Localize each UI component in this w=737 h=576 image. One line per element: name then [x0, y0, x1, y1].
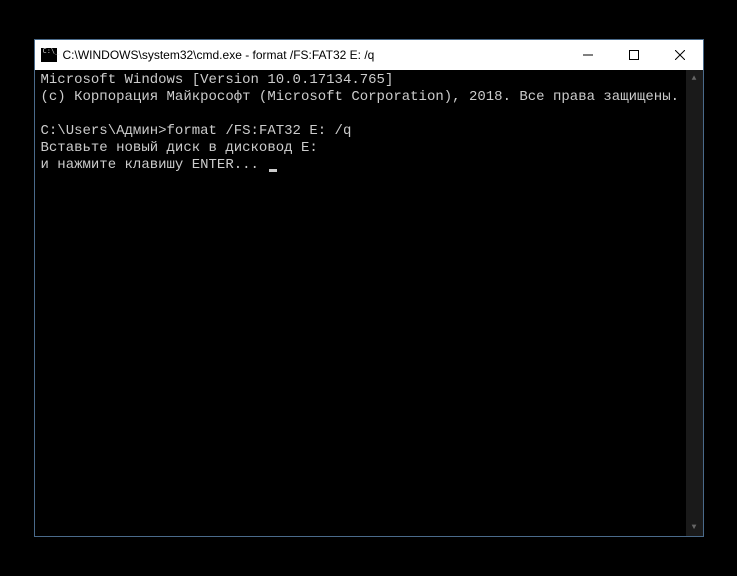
cmd-window: C:\WINDOWS\system32\cmd.exe - format /FS… — [34, 39, 704, 537]
scrollbar[interactable]: ▲ ▼ — [686, 70, 703, 536]
cmd-icon — [41, 48, 57, 62]
maximize-button[interactable] — [611, 40, 657, 70]
scroll-up-icon[interactable]: ▲ — [686, 70, 703, 87]
output-line: и нажмите клавишу ENTER... — [41, 157, 268, 173]
minimize-button[interactable] — [565, 40, 611, 70]
titlebar[interactable]: C:\WINDOWS\system32\cmd.exe - format /FS… — [35, 40, 703, 70]
scroll-down-icon[interactable]: ▼ — [686, 519, 703, 536]
terminal-output[interactable]: Microsoft Windows [Version 10.0.17134.76… — [35, 70, 703, 536]
window-title: C:\WINDOWS\system32\cmd.exe - format /FS… — [63, 48, 375, 62]
output-line: (c) Корпорация Майкрософт (Microsoft Cor… — [41, 89, 680, 105]
prompt: C:\Users\Админ> — [41, 123, 167, 139]
command-text: format /FS:FAT32 E: /q — [167, 123, 352, 139]
close-button[interactable] — [657, 40, 703, 70]
cursor — [269, 169, 277, 172]
window-controls — [565, 40, 703, 70]
output-line: Вставьте новый диск в дисковод E: — [41, 140, 318, 156]
output-line: Microsoft Windows [Version 10.0.17134.76… — [41, 72, 394, 88]
